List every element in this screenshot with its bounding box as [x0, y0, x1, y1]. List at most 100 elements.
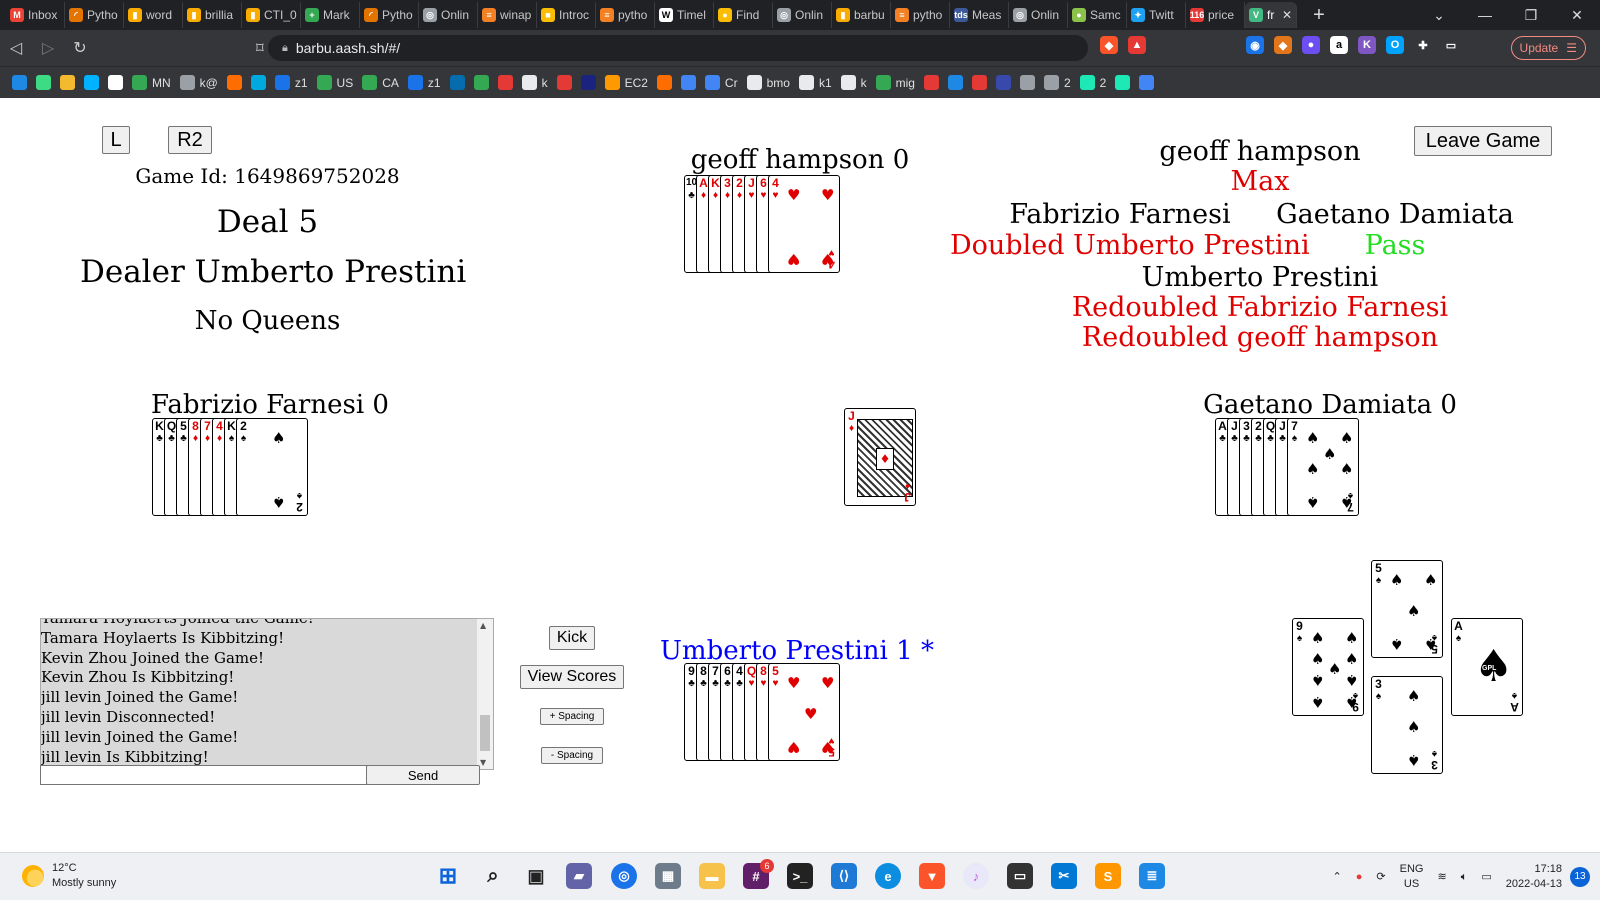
bookmark-item[interactable] [12, 75, 27, 90]
r2-button[interactable]: R2 [168, 126, 212, 154]
update-button[interactable]: Update ☰ [1510, 36, 1586, 60]
bookmark-item[interactable]: 2 [1079, 75, 1106, 90]
bookmark-item[interactable] [108, 75, 123, 90]
browser-tab[interactable]: ≡ pytho [596, 2, 655, 28]
extension-a-icon[interactable]: a [1330, 36, 1348, 54]
tab-search-icon[interactable]: ⌄ [1416, 7, 1462, 24]
notification-badge[interactable]: 13 [1570, 867, 1590, 887]
forward-icon[interactable]: ▷ [32, 38, 64, 58]
extension-o-icon[interactable]: O [1386, 36, 1404, 54]
browser-tab[interactable]: W Timel [655, 2, 714, 28]
l-button[interactable]: L [102, 126, 130, 154]
bookmark-item[interactable]: z1 [274, 75, 308, 90]
monitor-icon[interactable]: ▭ [1007, 863, 1033, 889]
close-window-button[interactable]: ✕ [1554, 7, 1600, 24]
vscode-icon[interactable]: ⟨⟩ [831, 863, 857, 889]
bookmark-item[interactable]: k1 [798, 75, 832, 90]
browser-tab[interactable]: ▮ barbu [832, 2, 891, 28]
bookmark-item[interactable]: 2 [1043, 75, 1071, 90]
bookmark-item[interactable] [36, 75, 51, 90]
antivirus-icon[interactable]: ● [1356, 870, 1363, 885]
bookmark-item[interactable] [923, 75, 939, 90]
chat-input[interactable] [40, 765, 368, 785]
volume-icon[interactable]: 🔈︎ [1461, 870, 1468, 885]
start-icon[interactable]: ⊞ [435, 863, 461, 889]
battery-icon[interactable]: ▭ [1481, 870, 1491, 885]
browser-tab[interactable]: ● Find [714, 2, 773, 28]
scroll-thumb[interactable] [480, 715, 490, 751]
south-hand[interactable]: 9 ♣ 8 ♣ 7 ♣ 6 ♣ 4 ♣ Q ♥ 8 ♥ 5 ♥ ♥ ♥ ♥ ♥ ♥ 5 ♥ [684, 663, 849, 761]
browser-tab[interactable]: M Inbox [6, 2, 65, 28]
screenshot-icon[interactable]: ◉ [1246, 36, 1264, 54]
playing-card[interactable]: 5 ♥ ♥ ♥ ♥ ♥ ♥ 5 ♥ [768, 663, 840, 761]
browser-tab[interactable]: ◎ Onlin [1009, 2, 1068, 28]
bookmark-item[interactable] [226, 75, 242, 90]
task-view-icon[interactable]: ▣ [523, 863, 549, 889]
browser-tab[interactable]: ▮ word [124, 2, 183, 28]
plus-spacing-button[interactable]: + Spacing [540, 708, 604, 725]
view-scores-button[interactable]: View Scores [520, 665, 624, 689]
chat-log[interactable]: Tamara Hoylaerts Joined the Game! Tamara … [40, 618, 494, 770]
browser-tab[interactable]: ▮ brillia [183, 2, 242, 28]
bookmark-item[interactable] [84, 75, 99, 90]
bookmark-item[interactable] [656, 75, 672, 90]
bookmark-item[interactable] [556, 75, 572, 90]
bookmark-item[interactable] [971, 75, 987, 90]
browser-tab[interactable]: ● Samc [1068, 2, 1127, 28]
notepad-icon[interactable]: ≣ [1139, 863, 1165, 889]
weather-widget[interactable]: 12°C Mostly sunny [22, 861, 116, 891]
sync-icon[interactable]: ⟳ [1376, 870, 1385, 885]
bookmark-item[interactable] [580, 75, 596, 90]
chat-scrollbar[interactable]: ▲ ▼ [477, 619, 493, 769]
bookmark-item[interactable] [449, 75, 465, 90]
brave-icon[interactable]: ▼ [919, 863, 945, 889]
bookmark-item[interactable] [947, 75, 963, 90]
bookmark-item[interactable]: z1 [407, 75, 441, 90]
browser-tab[interactable]: ≡ winap [478, 2, 537, 28]
restore-button[interactable]: ❐ [1508, 7, 1554, 24]
bookmark-item[interactable]: bmo [746, 75, 790, 90]
wifi-icon[interactable]: ≋ [1437, 870, 1446, 885]
back-icon[interactable]: ◁ [0, 38, 32, 58]
edge-icon[interactable]: e [875, 863, 901, 889]
browser-tab[interactable]: Vfr ✕ [1245, 2, 1297, 28]
browser-tab[interactable]: ◜ Pytho [360, 2, 419, 28]
bookmark-item[interactable] [473, 75, 489, 90]
brave-shield-icon[interactable]: ◆ [1100, 36, 1118, 54]
wallet-icon[interactable]: ▭ [1442, 36, 1460, 54]
scroll-down-icon[interactable]: ▼ [480, 758, 486, 767]
minimize-button[interactable]: — [1462, 7, 1508, 23]
bookmark-item[interactable]: US [316, 75, 353, 90]
browser-tab[interactable]: ■ Introc [537, 2, 596, 28]
snipping-tool-icon[interactable]: ✂ [1051, 863, 1077, 889]
browser-tab[interactable]: tds Meas [950, 2, 1009, 28]
address-bar[interactable]: 🔒︎ barbu.aash.sh/#/ [268, 35, 1088, 61]
search-icon[interactable]: ⌕ [480, 863, 506, 889]
browser-tab[interactable]: ✦ Twitt [1127, 2, 1186, 28]
bookmark-item[interactable] [1019, 75, 1035, 90]
file-explorer-icon[interactable]: ▬ [699, 863, 725, 889]
brave-rewards-icon[interactable]: ▲ [1128, 36, 1146, 54]
bookmark-item[interactable] [250, 75, 266, 90]
bookmark-item[interactable]: k@ [179, 75, 218, 90]
browser-icon[interactable]: ◎ [611, 863, 637, 889]
itunes-icon[interactable]: ♪ [963, 863, 989, 889]
bookmark-item[interactable] [497, 75, 513, 90]
minus-spacing-button[interactable]: - Spacing [541, 747, 603, 764]
bookmark-item[interactable]: MN [132, 75, 171, 90]
terminal-icon[interactable]: >_ [787, 863, 813, 889]
sublime-icon[interactable]: S [1095, 863, 1121, 889]
bookmark-item[interactable] [995, 75, 1011, 90]
browser-tab[interactable]: 116 price [1186, 2, 1245, 28]
bookmark-item[interactable] [60, 75, 75, 90]
bookmark-item[interactable]: mig [875, 75, 915, 90]
bookmark-icon[interactable]: ⌑ [256, 39, 264, 57]
calculator-icon[interactable]: ▦ [655, 863, 681, 889]
bookmark-item[interactable]: k [840, 75, 867, 90]
browser-tab[interactable]: ▮ CTI_0 [242, 2, 301, 28]
extension-icon[interactable]: ● [1302, 36, 1320, 54]
language-indicator[interactable]: ENG US [1400, 862, 1424, 892]
bookmark-item[interactable]: Cr [704, 75, 738, 90]
close-tab-icon[interactable]: ✕ [1282, 8, 1292, 22]
extension-k-icon[interactable]: K [1358, 36, 1376, 54]
